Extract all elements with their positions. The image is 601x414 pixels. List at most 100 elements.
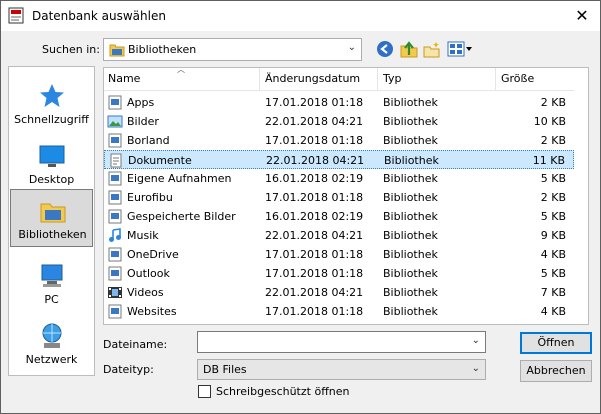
list-header: ︿ Name Änderungsdatum Typ Größe <box>104 68 574 91</box>
file-type: Bibliothek <box>383 267 438 280</box>
place-desktop[interactable]: Desktop <box>10 135 93 193</box>
library-icon <box>108 209 122 224</box>
file-date: 16.01.2018 02:19 <box>265 172 364 185</box>
filename-field[interactable]: ⌄ <box>197 331 486 353</box>
computer-icon <box>41 264 63 287</box>
list-item[interactable]: Gespeicherte Bilder 16.01.2018 02:19 Bib… <box>104 207 574 226</box>
up-folder-icon[interactable] <box>400 39 418 59</box>
column-type[interactable]: Typ <box>383 72 402 85</box>
vertical-scrollbar[interactable] <box>574 68 588 324</box>
list-item[interactable]: Eigene Aufnahmen 16.01.2018 02:19 Biblio… <box>104 169 574 188</box>
file-size: 4 KB <box>540 248 566 261</box>
file-name: Musik <box>127 229 159 242</box>
file-name: Borland <box>127 134 170 147</box>
places-bar: Schnellzugriff Desktop Bibliotheken PC N… <box>8 66 95 376</box>
network-icon <box>42 323 62 348</box>
file-date: 17.01.2018 01:18 <box>265 305 364 318</box>
file-size: 2 KB <box>540 134 566 147</box>
library-icon <box>108 266 122 281</box>
list-item[interactable]: Dokumente 22.01.2018 04:21 Bibliothek 11… <box>104 150 574 169</box>
readonly-checkbox[interactable] <box>198 385 211 398</box>
file-name: Videos <box>127 286 164 299</box>
place-quick-access[interactable]: Schnellzugriff <box>10 75 93 133</box>
pictures-library-icon <box>107 115 123 128</box>
list-item[interactable]: Bilder 22.01.2018 04:21 Bibliothek 10 KB <box>104 112 574 131</box>
library-icon <box>108 304 122 319</box>
file-date: 17.01.2018 01:18 <box>265 96 364 109</box>
file-name: Gespeicherte Bilder <box>127 210 236 223</box>
column-size[interactable]: Größe <box>501 72 534 85</box>
videos-library-icon <box>108 287 122 298</box>
list-item[interactable]: Videos 22.01.2018 04:21 Bibliothek 7 KB <box>104 283 574 302</box>
file-date: 22.01.2018 04:21 <box>265 115 364 128</box>
file-type: Bibliothek <box>383 115 438 128</box>
file-size: 5 KB <box>540 267 566 280</box>
place-label: Bibliotheken <box>18 228 87 241</box>
column-divider[interactable] <box>377 68 378 91</box>
place-network[interactable]: Netzwerk <box>10 315 93 373</box>
filename-label: Dateiname: <box>103 338 168 351</box>
filetype-value: DB Files <box>203 363 247 376</box>
file-date: 17.01.2018 01:18 <box>265 248 364 261</box>
open-button[interactable]: Öffnen <box>520 332 592 354</box>
file-date: 16.01.2018 02:19 <box>265 210 364 223</box>
list-item[interactable]: Outlook 17.01.2018 01:18 Bibliothek 5 KB <box>104 264 574 283</box>
file-type: Bibliothek <box>383 248 438 261</box>
library-icon <box>108 133 122 148</box>
filetype-select[interactable]: DB Files ⌄ <box>197 359 486 380</box>
place-libraries[interactable]: Bibliotheken <box>10 189 93 247</box>
list-item[interactable]: Borland 17.01.2018 01:18 Bibliothek 2 KB <box>104 131 574 150</box>
library-icon <box>108 171 122 186</box>
library-icon <box>108 190 122 205</box>
file-size: 5 KB <box>540 172 566 185</box>
file-type: Bibliothek <box>383 172 438 185</box>
file-size: 2 KB <box>540 96 566 109</box>
file-date: 22.01.2018 04:21 <box>265 286 364 299</box>
list-item[interactable]: Eurofibu 17.01.2018 01:18 Bibliothek 2 K… <box>104 188 574 207</box>
file-date: 17.01.2018 01:18 <box>265 267 364 280</box>
lookin-combo[interactable]: Bibliotheken ⌄ <box>103 38 362 61</box>
close-icon[interactable]: ✕ <box>571 5 593 27</box>
file-type: Bibliothek <box>383 134 438 147</box>
list-item[interactable]: Apps 17.01.2018 01:18 Bibliothek 2 KB <box>104 93 574 112</box>
music-library-icon <box>109 228 121 242</box>
chevron-down-icon[interactable]: ⌄ <box>472 363 480 374</box>
chevron-down-icon[interactable]: ⌄ <box>472 335 480 346</box>
column-date[interactable]: Änderungsdatum <box>265 72 360 85</box>
file-size: 10 KB <box>533 115 566 128</box>
file-date: 17.01.2018 01:18 <box>265 191 364 204</box>
column-name[interactable]: Name <box>108 72 140 85</box>
lookin-label: Suchen in: <box>42 43 100 56</box>
file-name: Outlook <box>127 267 170 280</box>
back-icon[interactable] <box>376 39 394 59</box>
file-type: Bibliothek <box>383 229 438 242</box>
file-size: 11 KB <box>532 154 565 167</box>
list-item[interactable]: Websites 17.01.2018 01:18 Bibliothek 4 K… <box>104 302 574 321</box>
chevron-down-icon[interactable]: ⌄ <box>348 42 356 53</box>
file-date: 22.01.2018 04:21 <box>266 154 365 167</box>
file-name: Eigene Aufnahmen <box>127 172 232 185</box>
place-pc[interactable]: PC <box>10 255 93 313</box>
column-divider[interactable] <box>495 68 496 91</box>
new-folder-icon[interactable] <box>423 39 441 59</box>
file-type: Bibliothek <box>383 305 438 318</box>
file-type: Bibliothek <box>383 210 438 223</box>
place-label: Desktop <box>28 173 75 186</box>
file-size: 9 KB <box>540 229 566 242</box>
readonly-label[interactable]: Schreibgeschützt öffnen <box>216 385 349 398</box>
list-item[interactable]: Musik 22.01.2018 04:21 Bibliothek 9 KB <box>104 226 574 245</box>
file-size: 2 KB <box>540 191 566 204</box>
file-type: Bibliothek <box>383 191 438 204</box>
place-label: Schnellzugriff <box>14 113 89 126</box>
sort-ascending-icon: ︿ <box>177 67 185 74</box>
cancel-button[interactable]: Abbrechen <box>520 360 592 382</box>
column-divider[interactable] <box>259 68 260 91</box>
list-item[interactable]: OneDrive 17.01.2018 01:18 Bibliothek 4 K… <box>104 245 574 264</box>
file-size: 4 KB <box>540 305 566 318</box>
file-date: 22.01.2018 04:21 <box>265 229 364 242</box>
file-open-dialog: Datenbank auswählen ✕ Suchen in: Bibliot… <box>0 0 601 414</box>
file-name: Apps <box>127 96 155 109</box>
filetype-label: Dateityp: <box>103 363 154 376</box>
lookin-value: Bibliotheken <box>128 43 197 56</box>
view-menu-icon[interactable] <box>447 39 473 59</box>
